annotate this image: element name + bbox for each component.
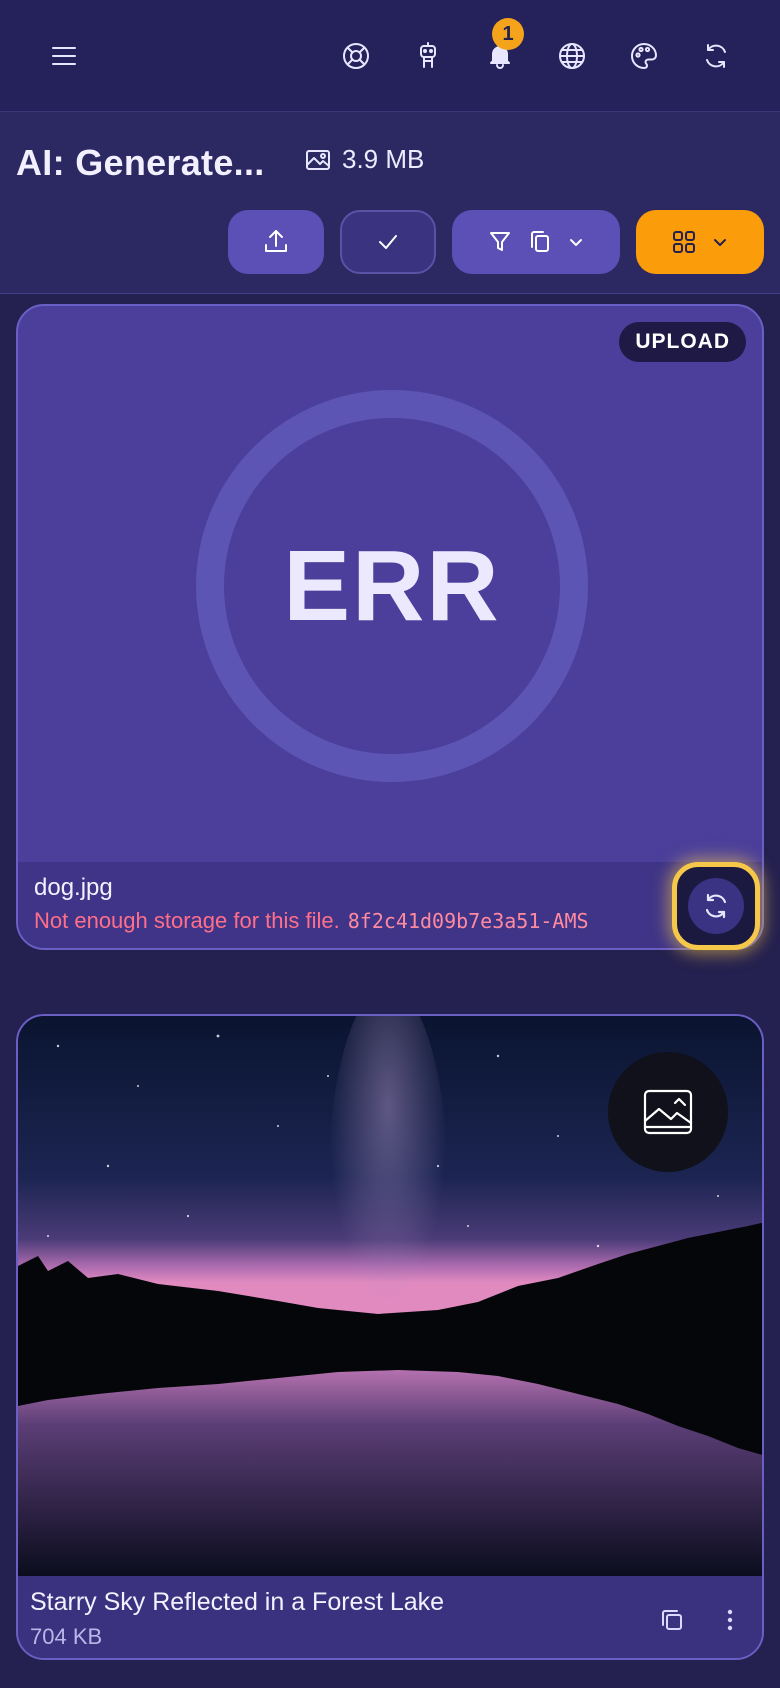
card-footer: dog.jpg Not enough storage for this file… — [18, 862, 762, 948]
palette-icon — [631, 43, 657, 69]
refresh-icon — [706, 44, 726, 68]
upload-badge: UPLOAD — [619, 322, 746, 362]
page-title: AI: Generate... — [16, 142, 265, 183]
album-header: AI: Generate... 3.9 MB — [0, 112, 780, 294]
error-line: Not enough storage for this file. 8f2c41d… — [34, 908, 589, 934]
grid-icon — [673, 231, 695, 253]
help-button[interactable] — [328, 28, 384, 84]
file-name: dog.jpg — [34, 874, 113, 901]
robot-icon — [420, 42, 436, 68]
photo-title: Starry Sky Reflected in a Forest Lake — [30, 1588, 445, 1616]
select-mode-button[interactable] — [340, 210, 436, 274]
check-icon — [379, 235, 397, 249]
reload-button[interactable] — [688, 28, 744, 84]
upload-icon — [265, 230, 287, 252]
notifications-button[interactable]: 1 — [472, 18, 528, 84]
menu-button[interactable] — [36, 28, 92, 84]
filter-button[interactable] — [452, 210, 620, 274]
help-icon — [343, 43, 369, 69]
error-status-ring: ERR — [196, 390, 588, 782]
filter-icon — [490, 232, 510, 251]
chevron-down-icon — [714, 239, 726, 246]
image-icon — [306, 149, 330, 170]
upload-error-card: UPLOAD ERR dog.jpg Not enough storage fo… — [16, 304, 764, 950]
album-size: 3.9 MB — [304, 144, 424, 175]
copy-icon — [531, 231, 549, 252]
retry-button-inner — [688, 878, 744, 934]
image-icon — [643, 1089, 693, 1135]
copy-icon — [662, 1610, 682, 1630]
retry-upload-button[interactable] — [672, 862, 760, 950]
notification-count-badge: 1 — [492, 18, 524, 50]
chevron-down-icon — [570, 239, 582, 246]
photo-size: 704 KB — [30, 1624, 103, 1649]
album-size-text: 3.9 MB — [342, 144, 425, 174]
error-code: 8f2c41d09b7e3a51-AMS — [347, 909, 589, 933]
photo-card[interactable]: Starry Sky Reflected in a Forest Lake 70… — [16, 1014, 764, 1660]
copy-button[interactable] — [652, 1600, 692, 1640]
top-app-bar: 1 — [0, 0, 780, 112]
refresh-icon — [705, 893, 727, 919]
upload-button[interactable] — [228, 210, 324, 274]
more-vertical-icon — [727, 1609, 733, 1631]
more-options-button[interactable] — [710, 1600, 750, 1640]
card-footer: Starry Sky Reflected in a Forest Lake 70… — [18, 1576, 762, 1658]
theme-button[interactable] — [616, 28, 672, 84]
error-message: Not enough storage for this file. — [34, 908, 340, 933]
robot-button[interactable] — [400, 28, 456, 84]
globe-icon — [559, 43, 585, 69]
language-button[interactable] — [544, 28, 600, 84]
media-type-badge — [608, 1052, 728, 1172]
view-mode-button[interactable] — [636, 210, 764, 274]
error-status-text: ERR — [283, 529, 501, 642]
menu-icon — [52, 47, 76, 65]
